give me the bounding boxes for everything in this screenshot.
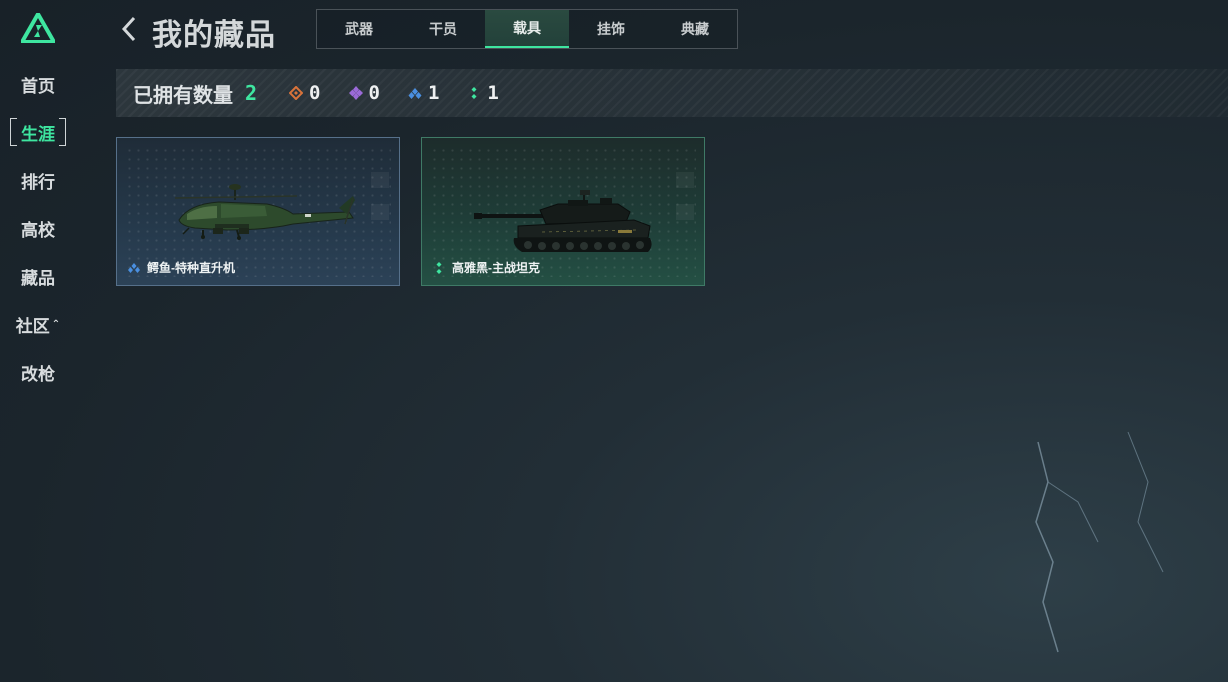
sidebar-item-gunsmith[interactable]: 改枪 bbox=[10, 358, 66, 386]
sidebar-item-label: 生涯 bbox=[21, 124, 55, 144]
owned-count-label: 已拥有数量 bbox=[133, 84, 233, 107]
orange-diamond-icon bbox=[289, 86, 304, 100]
tab-operators[interactable]: 干员 bbox=[401, 10, 485, 48]
sidebar-item-label: 排行 bbox=[21, 172, 55, 192]
owned-count-bar: 已拥有数量 2 0 0 1 1 bbox=[116, 69, 1228, 117]
card-title: 高雅黑-主战坦克 bbox=[432, 259, 540, 276]
tab-collector[interactable]: 典藏 bbox=[653, 10, 737, 48]
rarity-count: 0 bbox=[368, 82, 380, 104]
back-arrow-icon[interactable] bbox=[118, 14, 140, 44]
sidebar-item-community[interactable]: 社区 ⌃ bbox=[10, 310, 66, 338]
sidebar-item-home[interactable]: 首页 bbox=[10, 70, 66, 98]
blue-diamond-icon bbox=[128, 262, 140, 273]
sidebar-item-label: 改枪 bbox=[21, 364, 55, 384]
sidebar-item-label: 首页 bbox=[21, 76, 55, 96]
category-tabs: 武器 干员 载具 挂饰 典藏 bbox=[316, 9, 738, 49]
blue-diamond-icon bbox=[408, 88, 422, 99]
green-dots-icon bbox=[436, 261, 442, 274]
background-lightning bbox=[1035, 431, 1164, 653]
rarity-stat-orange: 0 bbox=[289, 82, 321, 104]
rarity-stat-blue: 1 bbox=[408, 82, 439, 104]
rarity-count: 0 bbox=[309, 82, 321, 104]
chevron-up-icon: ⌃ bbox=[51, 318, 61, 330]
tab-weapons[interactable]: 武器 bbox=[317, 10, 401, 48]
card-title: 鳄鱼-特种直升机 bbox=[127, 259, 235, 276]
green-dots-icon bbox=[471, 87, 477, 99]
card-name: 高雅黑-主战坦克 bbox=[452, 261, 540, 275]
owned-count-total: 2 bbox=[245, 81, 258, 105]
rarity-stat-purple: 0 bbox=[348, 82, 380, 104]
sidebar-item-label: 社区 bbox=[15, 316, 50, 336]
sidebar: 首页 生涯 排行 高校 藏品 社区 ⌃ 改枪 bbox=[0, 0, 78, 682]
rarity-stat-green: 1 bbox=[467, 82, 499, 104]
tab-vehicles[interactable]: 载具 bbox=[485, 10, 569, 48]
rarity-count: 1 bbox=[487, 82, 499, 104]
page-title: 我的藏品 bbox=[152, 19, 276, 52]
app-logo-icon[interactable] bbox=[21, 13, 55, 43]
sidebar-item-ranking[interactable]: 排行 bbox=[10, 166, 66, 194]
rarity-count: 1 bbox=[427, 82, 440, 104]
sidebar-item-collection[interactable]: 藏品 bbox=[10, 262, 66, 290]
tab-charms[interactable]: 挂饰 bbox=[569, 10, 653, 48]
collection-card[interactable]: 鳄鱼-特种直升机 bbox=[116, 137, 400, 286]
card-name: 鳄鱼-特种直升机 bbox=[147, 261, 235, 275]
sidebar-item-career[interactable]: 生涯 bbox=[10, 118, 66, 146]
sidebar-item-label: 藏品 bbox=[21, 268, 55, 288]
sidebar-item-label: 高校 bbox=[21, 220, 55, 240]
collection-card[interactable]: 高雅黑-主战坦克 bbox=[421, 137, 705, 286]
sidebar-item-campus[interactable]: 高校 bbox=[10, 214, 66, 242]
purple-diamond-icon bbox=[348, 86, 363, 100]
